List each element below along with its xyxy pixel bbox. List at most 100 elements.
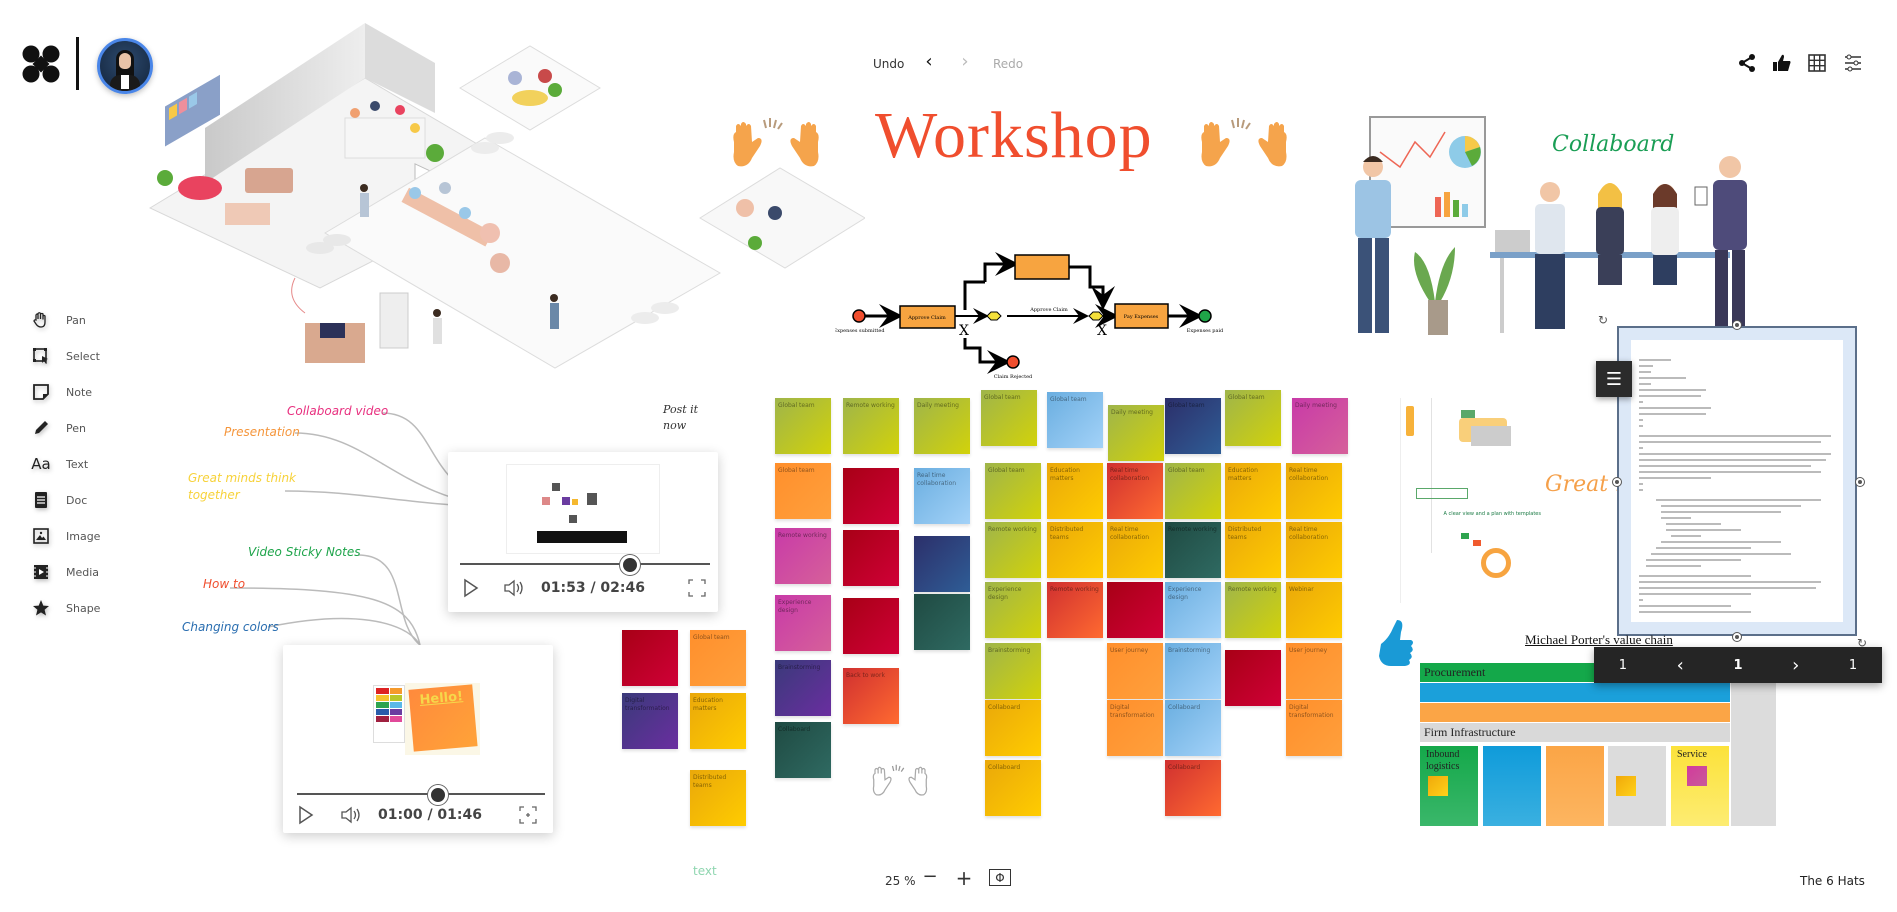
tool-note[interactable]: Note bbox=[30, 380, 140, 404]
mind-map-node[interactable]: Video Sticky Notes bbox=[248, 545, 360, 559]
sticky-note[interactable]: Experience design bbox=[775, 595, 831, 651]
mind-map-node[interactable]: Great minds think bbox=[188, 471, 296, 485]
sticky-note[interactable]: Remote working bbox=[843, 398, 899, 454]
sticky-note[interactable]: Global team bbox=[1225, 390, 1281, 446]
office-illustration[interactable] bbox=[145, 18, 866, 390]
sticky-note[interactable]: Experience design bbox=[1165, 582, 1221, 638]
video-seek-handle[interactable] bbox=[428, 785, 449, 805]
sticky-note[interactable]: Daily meeting bbox=[1292, 398, 1348, 454]
sticky-note[interactable]: Real time collaboration bbox=[1286, 522, 1342, 578]
prev-page-button[interactable]: ‹ bbox=[1677, 655, 1684, 676]
sticky-note[interactable]: Daily meeting bbox=[1108, 405, 1164, 461]
tool-text[interactable]: Aa Text bbox=[30, 452, 140, 476]
share-button[interactable] bbox=[1735, 51, 1759, 75]
sticky-note[interactable]: Education matters bbox=[690, 693, 746, 749]
value-chain-column[interactable]: Service bbox=[1671, 746, 1729, 826]
sticky-note[interactable] bbox=[914, 536, 970, 592]
sticky-note[interactable]: Remote working bbox=[1047, 582, 1103, 638]
video-seek-bar[interactable] bbox=[297, 793, 545, 795]
post-it-text[interactable]: Post it now bbox=[663, 402, 698, 434]
fullscreen-icon[interactable] bbox=[519, 806, 537, 824]
fullscreen-icon[interactable] bbox=[688, 579, 706, 597]
sticky-note[interactable]: Back to work bbox=[843, 668, 899, 724]
collaboard-label[interactable]: Collaboard bbox=[1552, 132, 1674, 157]
collaboard-meeting-illustration[interactable] bbox=[1330, 112, 1770, 338]
sticky-note[interactable]: Digital transformation bbox=[622, 693, 678, 749]
mind-map-node[interactable]: Presentation bbox=[224, 425, 300, 439]
sticky-note[interactable] bbox=[622, 630, 678, 686]
zoom-in-button[interactable]: + bbox=[954, 866, 974, 890]
video-player[interactable]: 01:53 / 02:46 bbox=[448, 452, 718, 612]
template-preview[interactable]: A clear view and a plan with templates bbox=[1400, 398, 1546, 603]
redo-button[interactable]: › bbox=[954, 52, 976, 74]
next-page-button[interactable]: › bbox=[1792, 655, 1799, 676]
sticky-note[interactable]: Collaboard bbox=[1165, 700, 1221, 756]
undo-label[interactable]: Undo bbox=[873, 57, 904, 71]
mind-map-node[interactable]: Collaboard video bbox=[287, 404, 388, 418]
sticky-note[interactable]: Daily meeting bbox=[914, 398, 970, 454]
like-button[interactable] bbox=[1770, 51, 1794, 75]
value-chain-column[interactable] bbox=[1608, 746, 1666, 826]
tool-doc[interactable]: Doc bbox=[30, 488, 140, 512]
settings-button[interactable] bbox=[1841, 51, 1865, 75]
sticky-note[interactable] bbox=[1225, 650, 1281, 706]
sticky-note[interactable] bbox=[843, 598, 899, 654]
sticky-note[interactable]: Education matters bbox=[1047, 463, 1103, 519]
sticky-note[interactable]: Real time collaboration bbox=[1107, 522, 1163, 578]
last-page[interactable]: 1 bbox=[1849, 658, 1857, 673]
sticky-note[interactable]: Global team bbox=[775, 463, 831, 519]
sticky-note[interactable]: Brainstorming bbox=[985, 643, 1041, 699]
sticky-note[interactable]: Brainstorming bbox=[775, 660, 831, 716]
tool-media[interactable]: Media bbox=[30, 560, 140, 584]
sticky-note[interactable]: Real time collaboration bbox=[1286, 463, 1342, 519]
sticky-note[interactable]: Global team bbox=[1165, 463, 1221, 519]
volume-icon[interactable] bbox=[503, 578, 527, 598]
mind-map-node[interactable]: Changing colors bbox=[182, 620, 279, 634]
value-chain-title[interactable]: Michael Porter's value chain bbox=[1525, 632, 1673, 648]
tool-image[interactable]: Image bbox=[30, 524, 140, 548]
collaboard-logo[interactable] bbox=[22, 45, 60, 83]
resize-handle-left[interactable] bbox=[1612, 477, 1622, 487]
sticky-note[interactable]: Global team bbox=[775, 398, 831, 454]
document-page[interactable] bbox=[1631, 340, 1843, 622]
mind-map-node[interactable]: together bbox=[188, 488, 240, 502]
sticky-note[interactable]: User journey bbox=[1286, 643, 1342, 699]
undo-button[interactable]: ‹ bbox=[918, 52, 940, 74]
value-chain-column[interactable] bbox=[1546, 746, 1604, 826]
sticky-note[interactable]: Global team bbox=[690, 630, 746, 686]
value-chain-column[interactable] bbox=[1483, 746, 1541, 826]
video-seek-bar[interactable] bbox=[460, 563, 710, 565]
current-page[interactable]: 1 bbox=[1733, 658, 1742, 673]
sticky-note[interactable]: Experience design bbox=[985, 582, 1041, 638]
volume-icon[interactable] bbox=[340, 805, 364, 825]
sticky-note[interactable]: Collaboard bbox=[775, 722, 831, 778]
redo-label[interactable]: Redo bbox=[993, 57, 1023, 71]
video-seek-handle[interactable] bbox=[620, 555, 640, 575]
video-player[interactable]: Hello! 01:00 / 01:46 bbox=[283, 645, 553, 833]
sticky-note[interactable] bbox=[843, 468, 899, 524]
sticky-note[interactable]: Distributed teams bbox=[690, 770, 746, 826]
sticky-note[interactable]: Remote working bbox=[1165, 522, 1221, 578]
document-menu-button[interactable]: ☰ bbox=[1596, 361, 1632, 397]
sticky-note[interactable]: Collaboard bbox=[985, 760, 1041, 816]
document-viewer[interactable] bbox=[1617, 326, 1857, 636]
play-icon[interactable] bbox=[462, 578, 480, 598]
resize-handle-top[interactable] bbox=[1732, 320, 1742, 330]
fit-to-screen-button[interactable]: Φ bbox=[989, 869, 1011, 886]
sticky-note[interactable]: Digital transformation bbox=[1286, 700, 1342, 756]
play-icon[interactable] bbox=[297, 805, 315, 825]
sticky-note[interactable]: Global team bbox=[1165, 398, 1221, 454]
tool-shape[interactable]: Shape bbox=[30, 596, 140, 620]
sticky-note[interactable]: Remote working bbox=[985, 522, 1041, 578]
sticky-note[interactable] bbox=[914, 594, 970, 650]
rotate-icon[interactable]: ↻ bbox=[1598, 313, 1608, 327]
resize-handle-bottom[interactable] bbox=[1732, 632, 1742, 642]
zoom-out-button[interactable]: − bbox=[920, 866, 940, 890]
sticky-note[interactable]: Distributed teams bbox=[1225, 522, 1281, 578]
value-chain-band[interactable] bbox=[1420, 703, 1730, 722]
sticky-note[interactable]: Collaboard bbox=[1165, 760, 1221, 816]
sticky-note[interactable]: Global team bbox=[985, 463, 1041, 519]
mind-map-node[interactable]: How to bbox=[203, 577, 245, 591]
sticky-note[interactable]: Brainstorming bbox=[1165, 643, 1221, 699]
free-text[interactable]: text bbox=[693, 864, 717, 878]
